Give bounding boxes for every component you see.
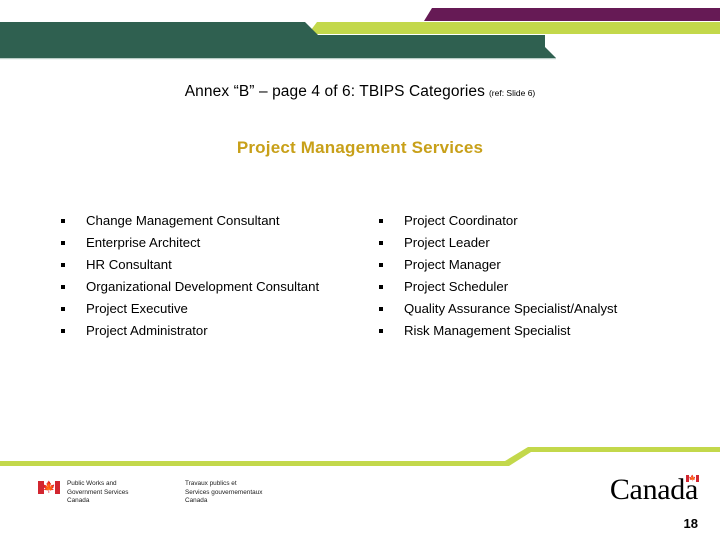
slide-number: 18 — [683, 516, 698, 531]
maple-leaf-glyph: 🍁 — [688, 475, 697, 482]
pwgsc-signature: 🍁 Public Works and Government Services C… — [38, 480, 315, 506]
right-column: Project Coordinator Project Leader Proje… — [375, 212, 675, 344]
list-item-label: Project Leader — [404, 235, 490, 250]
content-area: Change Management Consultant Enterprise … — [0, 212, 720, 344]
list-item: Project Administrator — [57, 322, 367, 340]
list-item-label: Quality Assurance Specialist/Analyst — [404, 301, 618, 316]
canada-wordmark: Canada 🍁 — [609, 473, 699, 506]
title-block: Annex “B” – page 4 of 6: TBIPS Categorie… — [0, 83, 720, 101]
square-bullet-icon — [379, 218, 383, 223]
list-item: Change Management Consultant — [57, 212, 367, 230]
list-item: Project Coordinator — [375, 212, 675, 230]
square-bullet-icon — [61, 284, 65, 289]
maple-leaf-glyph: 🍁 — [42, 481, 56, 493]
left-column: Change Management Consultant Enterprise … — [57, 212, 367, 344]
list-item-label: Project Coordinator — [404, 213, 518, 228]
list-item-label: Change Management Consultant — [86, 213, 280, 228]
list-item-label: Project Manager — [404, 257, 501, 272]
square-bullet-icon — [379, 262, 383, 267]
square-bullet-icon — [379, 306, 383, 311]
square-bullet-icon — [379, 240, 383, 245]
square-bullet-icon — [61, 240, 65, 245]
department-name-en: Public Works and Government Services Can… — [67, 480, 129, 505]
footer-divider-line — [0, 447, 720, 466]
square-bullet-icon — [61, 218, 65, 223]
list-item-label: Risk Management Specialist — [404, 323, 571, 338]
list-item: Project Executive — [57, 300, 367, 318]
department-name-fr: Travaux publics et Services gouvernement… — [185, 480, 263, 505]
list-item: Organizational Development Consultant — [57, 278, 367, 296]
banner-underline — [0, 58, 556, 60]
list-item: HR Consultant — [57, 256, 367, 274]
list-item-label: Project Executive — [86, 301, 188, 316]
list-item-label: Organizational Development Consultant — [86, 279, 320, 294]
page-title-reference: (ref: Slide 6) — [488, 88, 536, 98]
square-bullet-icon — [379, 328, 383, 333]
canada-flag-icon: 🍁 — [38, 481, 60, 494]
page-title: Annex “B” – page 4 of 6: TBIPS Categorie… — [184, 83, 485, 100]
footer-divider — [0, 440, 720, 474]
square-bullet-icon — [61, 262, 65, 267]
list-item: Project Scheduler — [375, 278, 675, 296]
list-item-label: Enterprise Architect — [86, 235, 201, 250]
square-bullet-icon — [379, 284, 383, 289]
list-item-label: Project Administrator — [86, 323, 208, 338]
list-item-label: Project Scheduler — [404, 279, 509, 294]
list-item: Project Manager — [375, 256, 675, 274]
list-item-label: HR Consultant — [86, 257, 172, 272]
banner-lime-band — [308, 22, 720, 34]
list-item: Project Leader — [375, 234, 675, 252]
canada-wordmark-flag-icon: 🍁 — [686, 475, 699, 482]
list-item: Enterprise Architect — [57, 234, 367, 252]
list-item: Quality Assurance Specialist/Analyst — [375, 300, 675, 318]
section-subtitle: Project Management Services — [236, 138, 484, 157]
list-item: Risk Management Specialist — [375, 322, 675, 340]
square-bullet-icon — [61, 306, 65, 311]
left-category-list: Change Management Consultant Enterprise … — [57, 212, 367, 340]
square-bullet-icon — [61, 328, 65, 333]
canada-wordmark-text: Canada — [609, 473, 698, 506]
right-category-list: Project Coordinator Project Leader Proje… — [375, 212, 675, 340]
top-banner — [0, 0, 720, 72]
banner-purple-band — [424, 8, 720, 21]
footer: 🍁 Public Works and Government Services C… — [0, 473, 720, 540]
